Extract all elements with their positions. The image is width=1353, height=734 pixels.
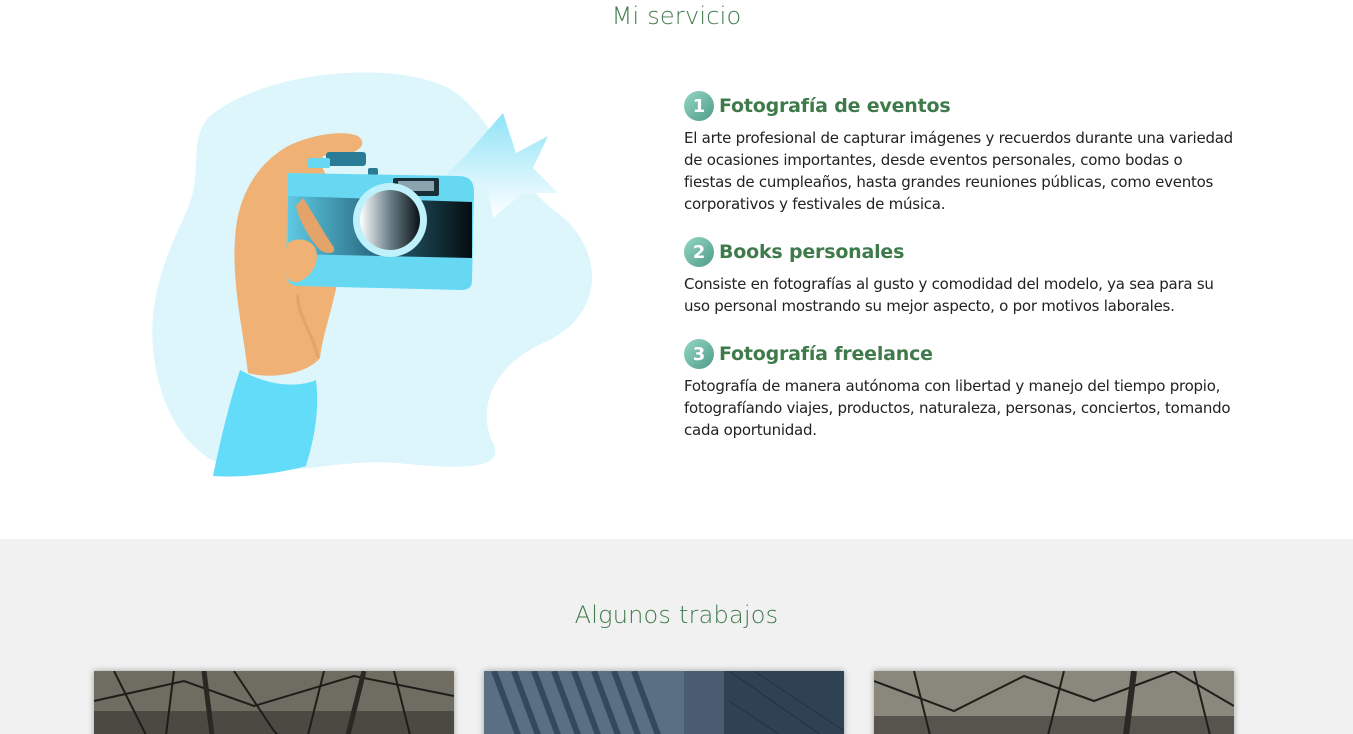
service-item-books: 2 Books personales Consiste en fotografí… (684, 236, 1244, 317)
work-card-trees-2[interactable] (874, 671, 1234, 734)
service-number-badge: 1 (684, 91, 714, 121)
service-item-freelance: 3 Fotografía freelance Fotografía de man… (684, 338, 1244, 441)
service-title: Books personales (719, 241, 905, 263)
work-photo-building (484, 671, 844, 734)
works-title: Algunos trabajos (574, 601, 779, 629)
work-photo-trees (94, 671, 454, 734)
work-card-trees-1[interactable] (94, 671, 454, 734)
services-section: Mi servicio 1 Fotografía de eventos El a… (0, 0, 1353, 539)
service-title: Fotografía de eventos (719, 95, 951, 117)
service-description: El arte profesional de capturar imágenes… (684, 129, 1233, 213)
work-photo-trees (874, 671, 1234, 734)
service-title: Fotografía freelance (719, 343, 933, 365)
service-number-badge: 3 (684, 339, 714, 369)
service-description: Fotografía de manera autónoma con libert… (684, 377, 1231, 439)
works-section: Algunos trabajos (0, 539, 1353, 734)
hand-holding-camera-icon (148, 68, 603, 483)
service-list: 1 Fotografía de eventos El arte profesio… (684, 90, 1244, 462)
service-number-badge: 2 (684, 237, 714, 267)
page: Mi servicio 1 Fotografía de eventos El a… (0, 0, 1353, 734)
work-card-building[interactable] (484, 671, 844, 734)
services-title: Mi servicio (611, 2, 742, 30)
service-item-eventos: 1 Fotografía de eventos El arte profesio… (684, 90, 1244, 215)
service-description: Consiste en fotografías al gusto y comod… (684, 275, 1214, 315)
